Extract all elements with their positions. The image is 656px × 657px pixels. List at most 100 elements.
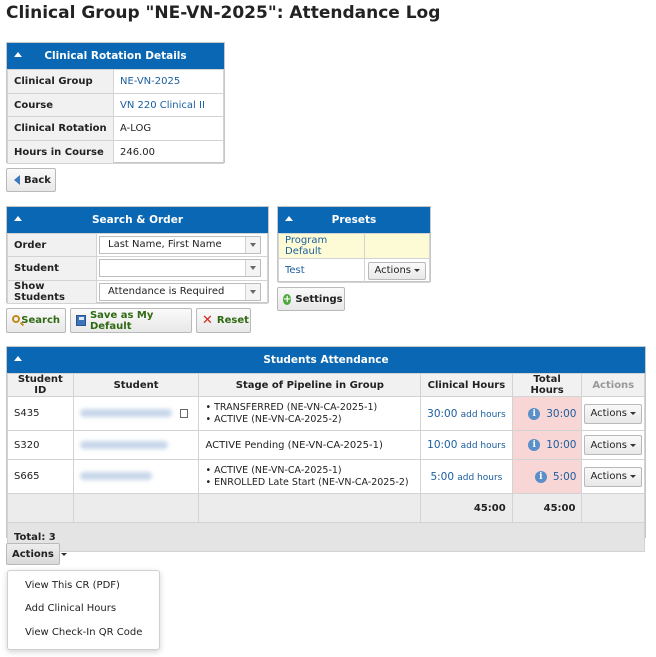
chevron-down-icon: [60, 552, 67, 556]
order-select[interactable]: Last Name, First Name: [99, 236, 261, 254]
reset-button[interactable]: ✕ Reset: [196, 308, 251, 333]
add-hours-link[interactable]: add hours: [461, 410, 506, 420]
total-hours-cell: i 30:00: [511, 396, 583, 431]
clinical-group-label: Clinical Group: [7, 69, 114, 94]
student-name[interactable]: [72, 459, 200, 494]
info-icon[interactable]: i: [528, 407, 541, 420]
student-select[interactable]: [99, 259, 261, 277]
clinical-hours-link[interactable]: 10:00: [427, 439, 457, 451]
students-attendance-panel: Students Attendance Student ID Student S…: [6, 346, 646, 552]
back-button[interactable]: Back: [6, 168, 56, 192]
row-actions-button[interactable]: Actions: [584, 435, 642, 455]
course-label: Course: [7, 93, 114, 117]
totals-row: 45:00 45:00: [7, 493, 645, 523]
rotation-details-header[interactable]: Clinical Rotation Details: [7, 43, 224, 69]
chevron-down-icon: [630, 443, 636, 447]
clinical-rotation-value: A-LOG: [113, 116, 224, 141]
hours-in-course-label: Hours in Course: [7, 140, 114, 164]
clinical-rotation-label: Clinical Rotation: [7, 116, 114, 141]
order-label: Order: [7, 233, 97, 257]
menu-item-add-clinical-hours[interactable]: Add Clinical Hours: [25, 603, 116, 614]
student-name[interactable]: [72, 430, 200, 460]
page-title: Clinical Group "NE-VN-2025": Attendance …: [6, 3, 441, 23]
actions-cell: Actions: [581, 430, 645, 460]
row-actions-button[interactable]: Actions: [584, 403, 642, 424]
page-actions-button[interactable]: Actions: [6, 543, 67, 565]
collapse-icon[interactable]: [14, 356, 22, 361]
student-id: S320: [7, 430, 74, 460]
col-total-hours: Total Hours: [511, 373, 583, 397]
stage-cell: ACTIVE Pending (NE-VN-CA-2025-1): [198, 430, 422, 460]
actions-dropdown-menu: View This CR (PDF) Add Clinical Hours Vi…: [7, 570, 160, 650]
total-hours-cell: i 5:00: [511, 459, 583, 494]
table-row: S320 ACTIVE Pending (NE-VN-CA-2025-1) 10…: [7, 430, 645, 460]
menu-item-view-checkin-qr[interactable]: View Check-In QR Code: [25, 627, 142, 638]
hours-in-course-value: 246.00: [113, 140, 224, 164]
search-order-header[interactable]: Search & Order: [7, 207, 268, 233]
col-stage: Stage of Pipeline in Group: [198, 373, 422, 397]
chevron-down-icon: [414, 269, 420, 272]
col-student-id: Student ID: [7, 373, 74, 397]
menu-item-view-cr-pdf[interactable]: View This CR (PDF): [25, 580, 120, 591]
lock-icon: [179, 408, 188, 418]
collapse-icon[interactable]: [14, 52, 22, 57]
attendance-table: Student ID Student Stage of Pipeline in …: [7, 373, 645, 552]
clinical-hours-link[interactable]: 30:00: [427, 408, 457, 420]
save-default-button[interactable]: Save as My Default: [70, 308, 192, 333]
table-row: S435 • TRANSFERRED (NE-VN-CA-2025-1) • A…: [7, 396, 645, 431]
collapse-icon[interactable]: [14, 216, 22, 221]
col-actions: Actions: [581, 373, 645, 397]
clinical-group-link[interactable]: NE-VN-2025: [120, 76, 180, 87]
row-actions-button[interactable]: Actions: [584, 466, 642, 487]
col-clinical-hours: Clinical Hours: [420, 373, 513, 397]
presets-table: Program Default Test Actions: [277, 233, 430, 283]
student-id: S665: [7, 459, 74, 494]
total-hours-cell: i 10:00: [511, 430, 583, 460]
student-label: Student: [7, 256, 97, 281]
sum-clinical-hours: 45:00: [420, 493, 513, 523]
settings-button[interactable]: + Settings: [277, 287, 345, 311]
chevron-down-icon: [245, 284, 260, 300]
chevron-down-icon: [630, 412, 636, 415]
back-arrow-icon: [14, 175, 20, 185]
chevron-down-icon: [245, 237, 260, 253]
sum-total-hours: 45:00: [511, 493, 583, 523]
info-icon[interactable]: i: [534, 470, 547, 483]
stage-cell: • TRANSFERRED (NE-VN-CA-2025-1) • ACTIVE…: [198, 396, 422, 431]
clinical-hours-cell: 5:00 add hours: [420, 459, 513, 494]
preset-actions-button[interactable]: Actions: [368, 261, 426, 280]
presets-panel: Presets Program Default Test Actions: [277, 206, 431, 283]
search-button[interactable]: Search: [6, 308, 66, 333]
add-hours-link[interactable]: add hours: [461, 441, 506, 451]
course-link[interactable]: VN 220 Clinical II: [120, 100, 205, 111]
collapse-icon[interactable]: [285, 216, 293, 221]
total-count: Total: 3: [7, 522, 645, 552]
preset-item-test[interactable]: Test: [277, 258, 366, 283]
info-icon[interactable]: i: [528, 439, 541, 451]
close-icon: ✕: [202, 312, 213, 328]
show-students-label: Show Students: [7, 280, 97, 304]
clinical-hours-link[interactable]: 5:00: [430, 471, 454, 483]
search-icon: [12, 314, 25, 327]
save-icon: [76, 315, 86, 326]
show-students-select[interactable]: Attendance is Required: [99, 283, 261, 301]
settings-plus-icon: +: [283, 293, 292, 305]
clinical-hours-cell: 30:00 add hours: [420, 396, 513, 431]
preset-item-program-default[interactable]: Program Default: [277, 233, 366, 259]
total-count-row: Total: 3: [7, 522, 645, 552]
student-id: S435: [7, 396, 74, 431]
chevron-down-icon: [630, 475, 636, 478]
chevron-down-icon: [245, 260, 260, 276]
stage-cell: • ACTIVE (NE-VN-CA-2025-1) • ENROLLED La…: [198, 459, 422, 494]
col-student: Student: [72, 373, 200, 397]
student-name[interactable]: [72, 396, 200, 431]
clinical-hours-cell: 10:00 add hours: [420, 430, 513, 460]
rotation-details-panel: Clinical Rotation Details Clinical Group…: [6, 42, 225, 164]
table-row: S665 • ACTIVE (NE-VN-CA-2025-1) • ENROLL…: [7, 459, 645, 494]
presets-header[interactable]: Presets: [278, 207, 430, 233]
rotation-details-table: Clinical Group NE-VN-2025 Course VN 220 …: [7, 69, 224, 164]
students-attendance-header[interactable]: Students Attendance: [7, 347, 645, 373]
actions-cell: Actions: [581, 396, 645, 431]
add-hours-link[interactable]: add hours: [457, 473, 502, 483]
actions-cell: Actions: [581, 459, 645, 494]
